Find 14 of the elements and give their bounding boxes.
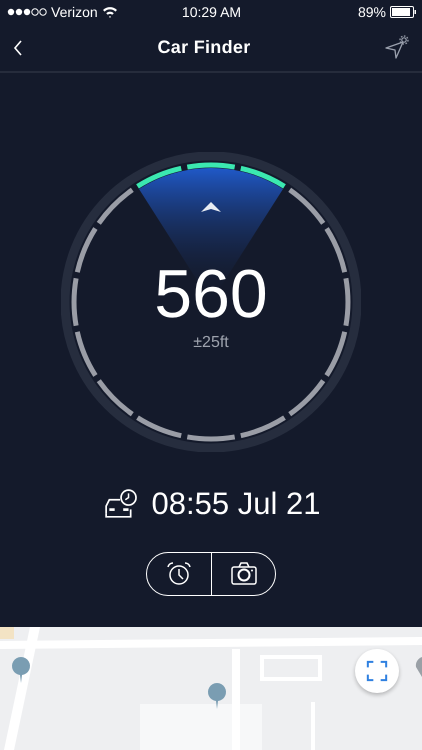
clock-time: 10:29 AM xyxy=(182,4,242,20)
accuracy-text: ±25ft xyxy=(193,334,229,352)
battery-icon xyxy=(390,6,416,18)
parked-time: 08:55 Jul 21 xyxy=(152,486,320,522)
carrier-name: Verizon xyxy=(51,4,98,20)
signal-icon xyxy=(7,7,47,17)
battery-percent: 89% xyxy=(358,4,386,20)
back-icon xyxy=(12,38,24,56)
distance-value: 560 xyxy=(154,256,268,332)
wifi-icon xyxy=(102,6,118,18)
camera-icon xyxy=(230,560,258,588)
navigation-settings-icon xyxy=(384,34,410,60)
expand-icon xyxy=(366,660,388,682)
screen-title: Car Finder xyxy=(157,37,251,58)
